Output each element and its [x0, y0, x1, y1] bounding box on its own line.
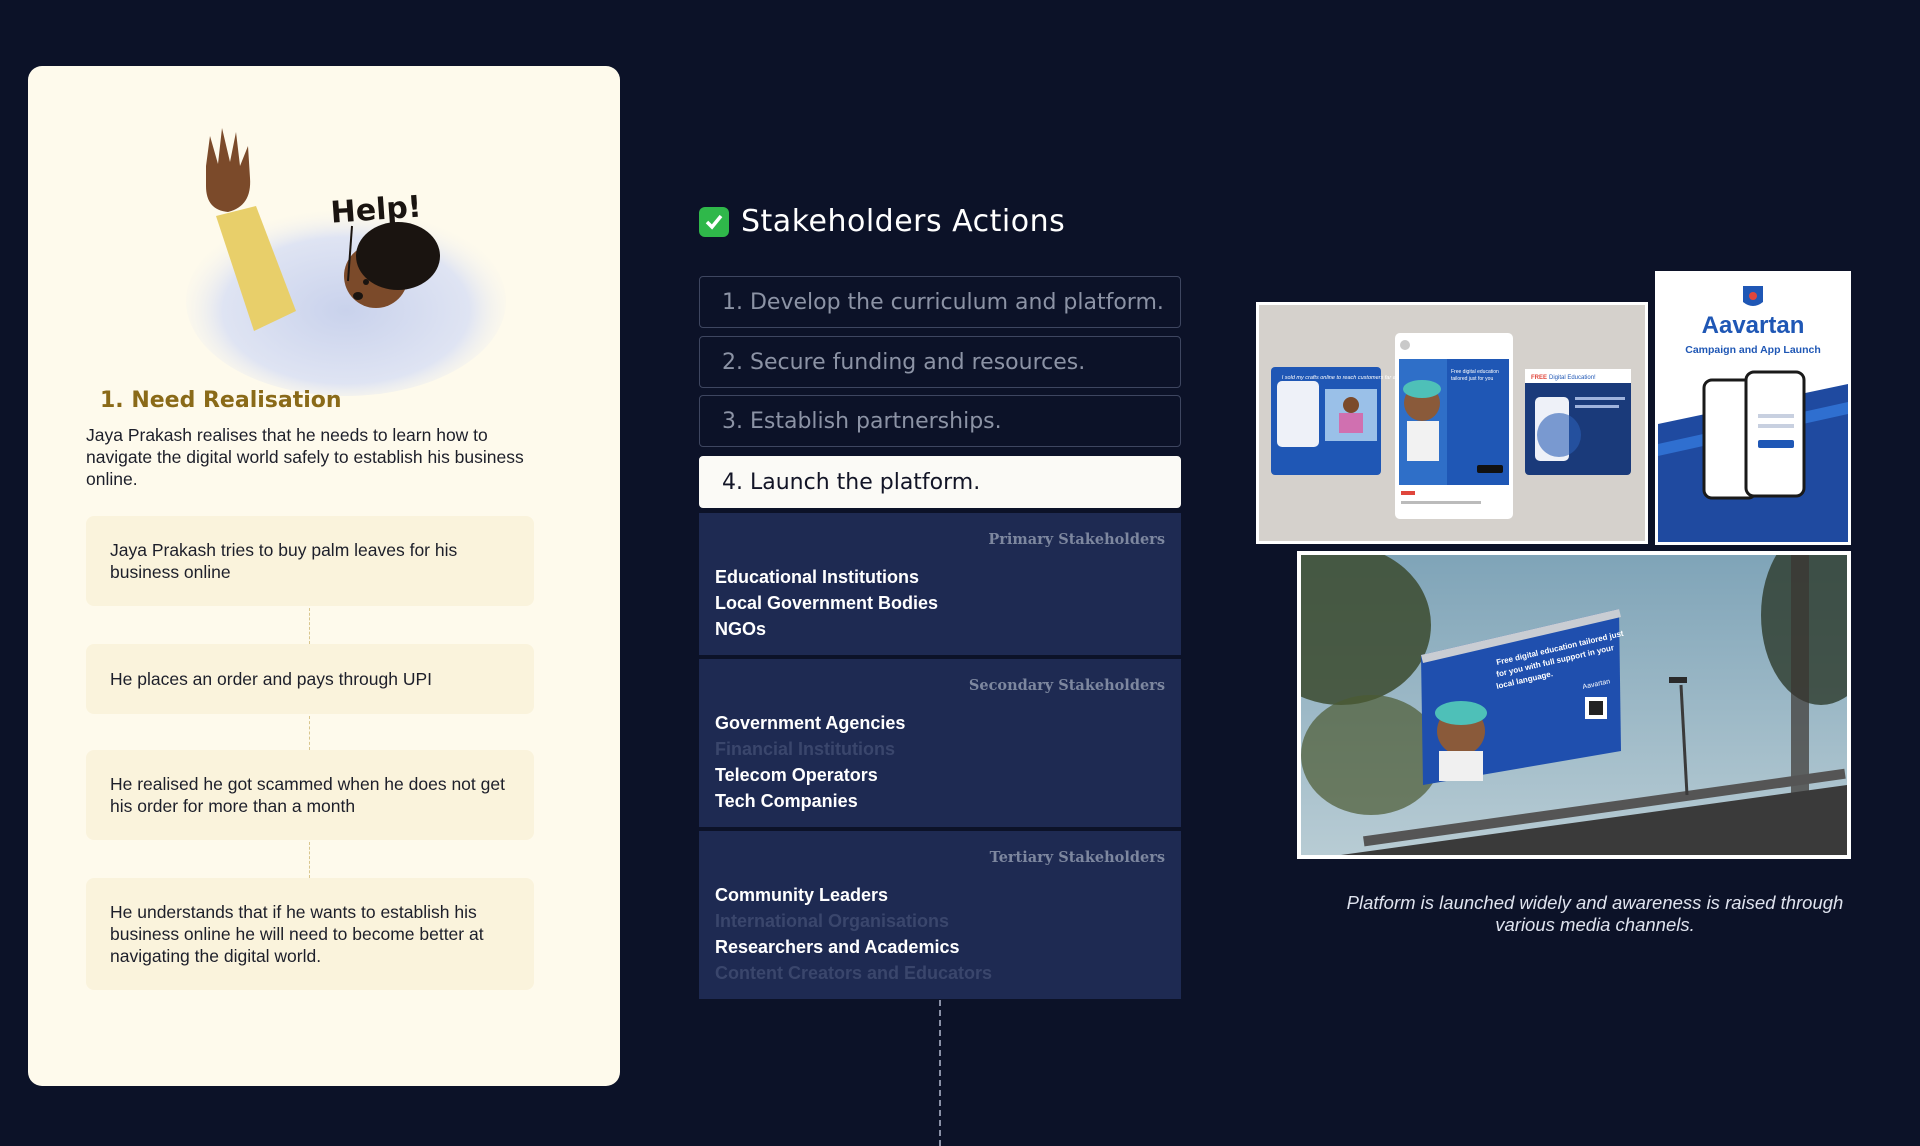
stakeholder-group-heading: Primary Stakeholders: [988, 531, 1165, 548]
action-item[interactable]: 1. Develop the curriculum and platform.: [699, 276, 1181, 328]
stakeholder-item: Educational Institutions: [715, 567, 920, 587]
stakeholder-item: Community Leaders: [715, 885, 889, 905]
stakeholder-item-muted: International Organisations: [715, 911, 950, 931]
checkmark-icon: [699, 206, 729, 237]
stakeholder-item-muted: Content Creators and Educators: [715, 963, 993, 983]
step-connector: [309, 716, 310, 750]
social-posts-mockup: I sold my crafts online to reach custome…: [1256, 302, 1648, 544]
stakeholder-group-heading: Tertiary Stakeholders: [989, 849, 1165, 866]
step-connector: [309, 608, 310, 644]
media-caption: Platform is launched widely and awarenes…: [1346, 892, 1844, 935]
stakeholders-header: Stakeholders Actions: [699, 204, 1065, 239]
action-item[interactable]: 3. Establish partnerships.: [699, 395, 1181, 447]
need-title: 1. Need Realisation: [100, 388, 342, 413]
stakeholder-item: Government Agencies: [715, 713, 906, 733]
stakeholder-item: NGOs: [715, 619, 767, 639]
primary-stakeholders-panel: Primary Stakeholders Educational Institu…: [699, 513, 1181, 655]
stakeholder-item-muted: Financial Institutions: [715, 739, 896, 759]
secondary-stakeholders-panel: Secondary Stakeholders Government Agenci…: [699, 659, 1181, 827]
poster-subtitle: Campaign and App Launch: [1685, 344, 1821, 356]
timeline-connector: [939, 1000, 941, 1146]
action-item-active[interactable]: 4. Launch the platform.: [699, 456, 1181, 508]
poster-brand: Aavartan: [1701, 312, 1805, 339]
need-realisation-card: Help! 1. Need Realisation Jaya Prakash r…: [28, 66, 620, 1086]
stakeholder-item: Researchers and Academics: [715, 937, 960, 957]
svg-text:tailored just for you: tailored just for you: [1451, 376, 1493, 382]
need-description: Jaya Prakash realises that he needs to l…: [86, 425, 524, 489]
drowning-person-illustration: Help!: [186, 128, 506, 396]
journey-step: He places an order and pays through UPI: [86, 644, 534, 714]
action-item[interactable]: 2. Secure funding and resources.: [699, 336, 1181, 388]
svg-text:Free digital education: Free digital education: [1451, 369, 1499, 375]
journey-step: He understands that if he wants to estab…: [86, 878, 534, 990]
journey-step: He realised he got scammed when he does …: [86, 750, 534, 840]
billboard-image: Free digital education tailored just for…: [1251, 525, 1881, 855]
stakeholders-title: Stakeholders Actions: [741, 204, 1066, 239]
post-3-text: Digital Education!: [1549, 375, 1596, 381]
step-connector: [309, 842, 310, 878]
stakeholder-item: Tech Companies: [715, 791, 858, 811]
help-text: Help!: [330, 189, 423, 230]
stakeholder-item: Local Government Bodies: [715, 593, 939, 613]
social-posts-image: I sold my crafts online to reach custome…: [1259, 305, 1645, 541]
journey-step: Jaya Prakash tries to buy palm leaves fo…: [86, 516, 534, 606]
tertiary-stakeholders-panel: Tertiary Stakeholders Community Leaders …: [699, 831, 1181, 999]
post-3-tag: FREE: [1531, 375, 1547, 381]
stakeholder-group-heading: Secondary Stakeholders: [968, 677, 1165, 694]
aavartan-poster: Aavartan Campaign and App Launch: [1655, 271, 1851, 545]
stakeholder-item: Telecom Operators: [715, 765, 878, 785]
billboard-photo: Free digital education tailored just for…: [1251, 525, 1881, 859]
